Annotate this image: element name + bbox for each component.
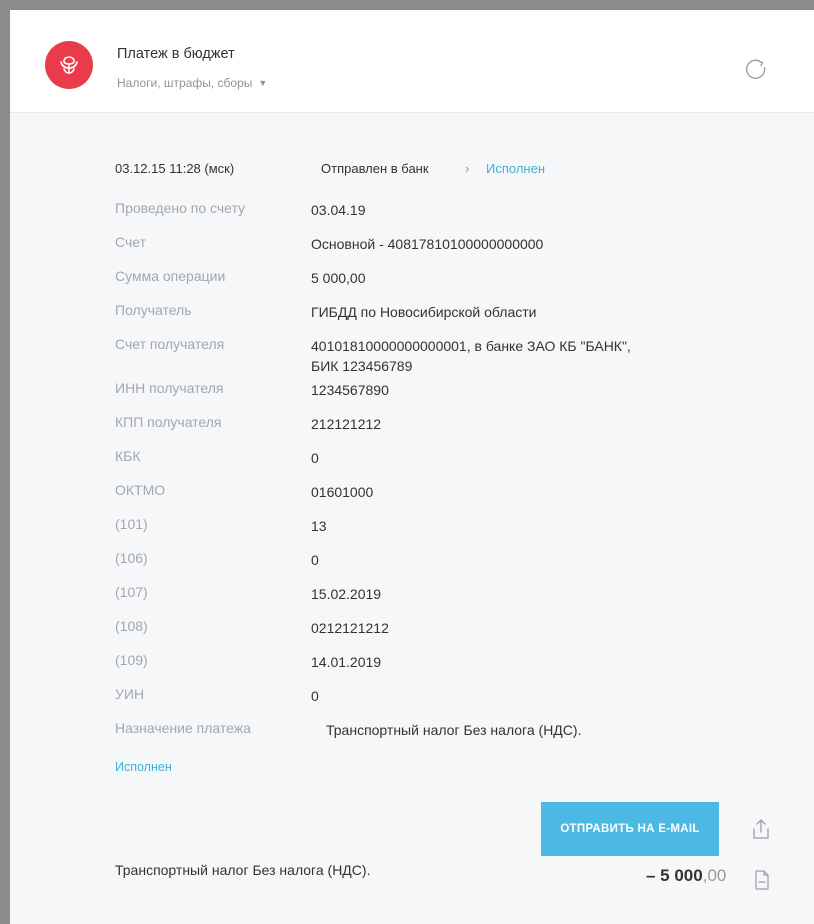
recipient-bik: БИК 123456789 [311,358,413,374]
detail-value: 14.01.2019 [311,654,382,670]
header: Платеж в бюджет Налоги, штрафы, сборы ▼ [10,10,814,113]
detail-value: 13 [311,518,327,534]
amount-decimal: ,00 [702,866,727,885]
refresh-icon[interactable] [744,58,768,82]
share-icon[interactable] [751,818,771,840]
detail-value: 0 [311,552,319,568]
detail-label: Счет [115,234,146,250]
category-dropdown[interactable]: Налоги, штрафы, сборы ▼ [117,76,267,90]
detail-value: Транспортный налог Без налога (НДС). [326,722,582,738]
recipient-account: 40101810000000000001, в банке ЗАО КБ "БА… [311,338,631,354]
detail-value: 40101810000000000001, в банке ЗАО КБ "БА… [311,336,631,376]
status-done: Исполнен [486,161,546,176]
detail-value: Основной - 40817810100000000000 [311,236,544,252]
status-line: 03.12.15 11:28 (мск) Отправлен в банк › … [115,161,545,176]
detail-label: Проведено по счету [115,200,246,216]
detail-value: ГИБДД по Новосибирской области [311,304,537,320]
detail-label: ИНН получателя [115,380,224,396]
status-link[interactable]: Исполнен [115,760,172,774]
detail-label: КПП получателя [115,414,222,430]
detail-value: 03.04.19 [311,202,366,218]
detail-label: (101) [115,516,148,532]
total-amount: – 5 000,00 [646,866,726,886]
category-label: Налоги, штрафы, сборы [117,76,253,90]
chevron-right-icon: › [465,161,470,176]
detail-label: (107) [115,584,148,600]
detail-value: 5 000,00 [311,270,366,286]
status-sent: Отправлен в банк [321,161,429,176]
detail-label: (109) [115,652,148,668]
detail-label: КБК [115,448,141,464]
detail-label: Получатель [115,302,192,318]
detail-value: 0 [311,688,319,704]
detail-value: 15.02.2019 [311,586,382,602]
page-title: Платеж в бюджет [117,46,235,62]
detail-label: Счет получателя [115,336,225,352]
detail-value: 01601000 [311,484,374,500]
send-email-button[interactable]: ОТПРАВИТЬ НА E-MAIL [541,802,719,856]
detail-label: (108) [115,618,148,634]
detail-value: 1234567890 [311,382,389,398]
footer-description: Транспортный налог Без налога (НДС). [115,862,371,878]
detail-value: 0 [311,450,319,466]
amount-integer: – 5 000 [646,866,703,885]
detail-value: 0212121212 [311,620,389,636]
chevron-down-icon: ▼ [258,78,268,88]
bank-logo-icon [60,56,78,74]
detail-label: ОКТМО [115,482,166,498]
bank-logo [45,41,93,89]
operation-datetime: 03.12.15 11:28 (мск) [115,161,235,176]
detail-value: 212121212 [311,416,382,432]
detail-label: УИН [115,686,145,702]
detail-label: Сумма операции [115,268,226,284]
detail-label: (106) [115,550,148,566]
payment-details-window: Платеж в бюджет Налоги, штрафы, сборы ▼ … [0,0,814,924]
detail-label: Назначение платежа [115,720,251,736]
document-icon[interactable] [754,870,770,890]
